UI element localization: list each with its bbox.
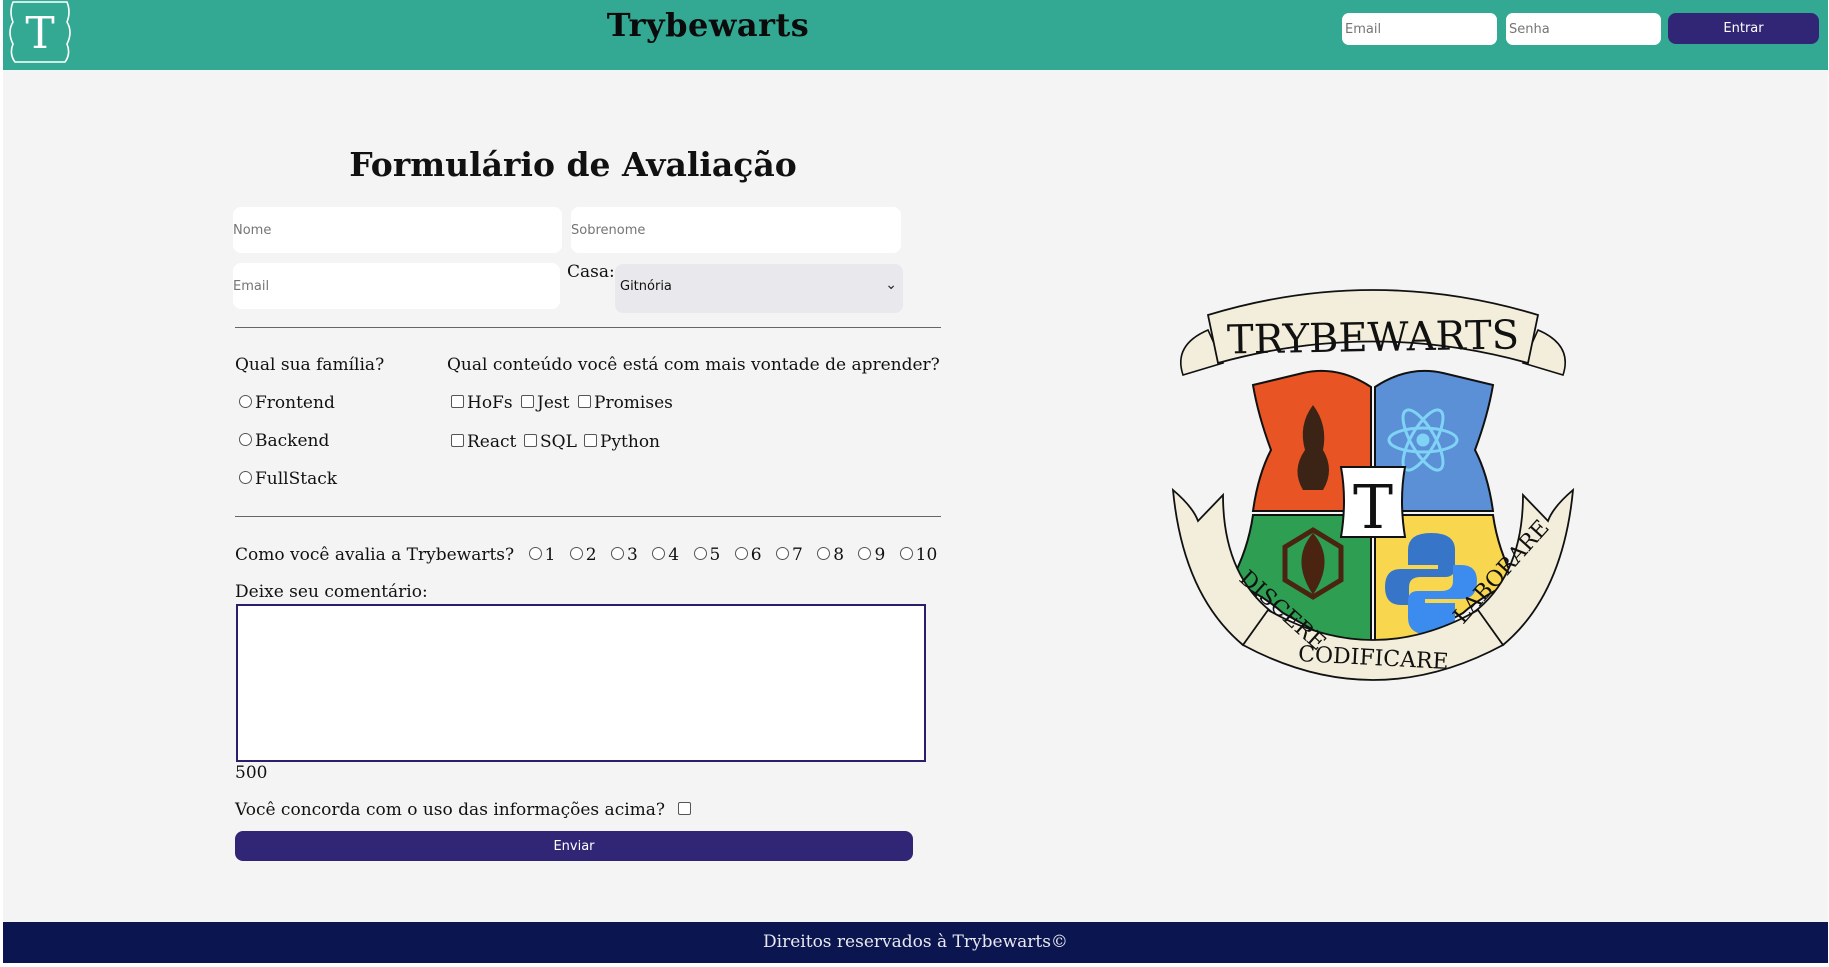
checkbox[interactable] [451, 395, 464, 408]
submit-button[interactable]: Enviar [235, 831, 913, 861]
rating-option[interactable]: 9 [858, 545, 885, 565]
family-option[interactable]: Frontend [239, 393, 335, 413]
rating-row: Como você avalia a Trybewarts? 1 2 3 4 5… [235, 545, 937, 565]
radio-button[interactable] [817, 547, 831, 560]
content-option-label: HoFs [467, 393, 513, 413]
content-option[interactable]: SQL [524, 432, 577, 452]
name-input[interactable] [233, 207, 562, 253]
rating-option-label: 4 [668, 545, 680, 565]
header: T Trybewarts Entrar [3, 0, 1828, 70]
radio-button[interactable] [652, 547, 666, 560]
checkbox[interactable] [521, 395, 534, 408]
crest-banner-title: TRYBEWARTS [1227, 312, 1520, 363]
radio-button[interactable] [239, 433, 252, 446]
comment-label: Deixe seu comentário: [235, 582, 428, 602]
login-password-input[interactable] [1506, 13, 1661, 45]
rating-option[interactable]: 5 [693, 545, 721, 565]
radio-button[interactable] [899, 547, 913, 560]
divider [235, 327, 941, 328]
content-option[interactable]: Promises [578, 393, 673, 413]
content-option-label: SQL [540, 432, 577, 452]
site-title: Trybewarts [606, 6, 810, 44]
rating-option-label: 2 [585, 545, 597, 565]
radio-button[interactable] [239, 471, 252, 484]
divider [235, 516, 941, 517]
content-option[interactable]: React [451, 432, 516, 452]
family-question: Qual sua família? [235, 355, 385, 375]
house-select[interactable]: Gitnória ⌄ [615, 264, 903, 313]
radio-button[interactable] [569, 547, 583, 560]
page-frame: T Trybewarts Entrar Formulário de Avalia… [3, 0, 1828, 963]
agreement-label: Você concorda com o uso das informações … [235, 800, 666, 820]
checkbox[interactable] [584, 434, 597, 447]
rating-option[interactable]: 1 [528, 545, 556, 565]
rating-option-label: 5 [709, 545, 721, 565]
rating-option[interactable]: 10 [899, 545, 938, 565]
rating-option[interactable]: 2 [569, 545, 597, 565]
chevron-down-icon: ⌄ [885, 277, 897, 293]
login-email-input[interactable] [1342, 13, 1497, 45]
content-option[interactable]: HoFs [451, 393, 513, 413]
content-option-label: Promises [594, 393, 673, 413]
house-select-value: Gitnória [620, 279, 672, 294]
email-input[interactable] [233, 263, 560, 309]
comment-textarea[interactable] [236, 604, 926, 762]
checkbox[interactable] [451, 434, 464, 447]
content-option[interactable]: Python [584, 432, 660, 452]
family-option[interactable]: Backend [239, 431, 329, 451]
content-option[interactable]: Jest [521, 393, 569, 413]
radio-button[interactable] [611, 547, 625, 560]
agreement-row: Você concorda com o uso das informações … [235, 800, 694, 820]
rating-option-label: 7 [791, 545, 803, 565]
radio-button[interactable] [775, 547, 789, 560]
trybewarts-crest-image: TRYBEWARTS T DISCERE CODIFICARE LABORARE [1171, 289, 1575, 681]
content-option-label: Python [600, 432, 661, 452]
content-question: Qual conteúdo você está com mais vontade… [447, 355, 940, 375]
checkbox[interactable] [524, 434, 537, 447]
rating-option-label: 10 [915, 545, 938, 565]
footer: Direitos reservados à Trybewarts© [3, 922, 1828, 963]
house-label: Casa: [567, 262, 615, 282]
family-option-label: Backend [255, 431, 330, 451]
rating-option-label: 3 [627, 545, 638, 565]
rating-option[interactable]: 4 [652, 545, 679, 565]
rating-option-label: 9 [874, 545, 886, 565]
char-counter: 500 [235, 763, 268, 783]
lastname-input[interactable] [571, 207, 901, 253]
rating-option[interactable]: 7 [775, 545, 803, 565]
content-option-label: React [467, 432, 517, 452]
rating-option-label: 1 [544, 545, 556, 565]
radio-button[interactable] [528, 547, 542, 560]
content-option-label: Jest [537, 393, 570, 413]
rating-option[interactable]: 8 [817, 545, 844, 565]
family-option[interactable]: FullStack [239, 469, 337, 489]
family-option-label: FullStack [255, 469, 338, 489]
crest-center-letter: T [1353, 473, 1393, 543]
rating-question: Como você avalia a Trybewarts? [235, 545, 515, 565]
radio-button[interactable] [693, 547, 707, 560]
agreement-checkbox[interactable] [678, 802, 692, 815]
rating-option-label: 6 [750, 545, 762, 565]
login-button[interactable]: Entrar [1668, 13, 1819, 44]
family-option-label: Frontend [255, 393, 335, 413]
rating-option[interactable]: 3 [611, 545, 638, 565]
form-title: Formulário de Avaliação [349, 145, 797, 184]
radio-button[interactable] [239, 395, 252, 408]
checkbox[interactable] [578, 395, 591, 408]
rating-option[interactable]: 6 [734, 545, 762, 565]
radio-button[interactable] [858, 547, 872, 560]
radio-button[interactable] [734, 547, 748, 560]
rating-option-label: 8 [833, 545, 845, 565]
